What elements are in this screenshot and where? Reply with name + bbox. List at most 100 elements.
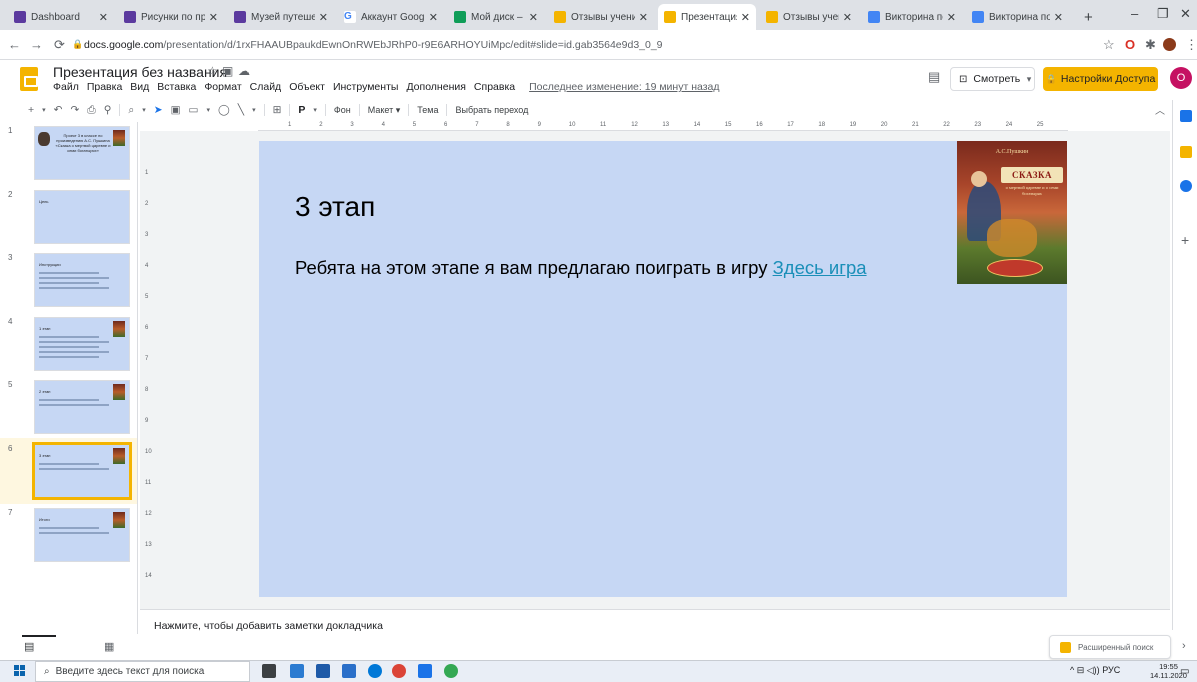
game-link[interactable]: Здесь игра <box>773 257 867 278</box>
zoom-icon[interactable]: ⌕ <box>128 104 134 117</box>
comments-icon[interactable]: ▤ <box>928 69 940 85</box>
slide[interactable]: 3 этап Ребята на этом этапе я вам предла… <box>259 141 1067 597</box>
menu-item[interactable]: Вид <box>130 81 149 95</box>
word-icon[interactable] <box>418 664 432 678</box>
edge-icon[interactable] <box>368 664 382 678</box>
book-cover-image[interactable]: А.С.Пушкин СКАЗКА о мертвой царевне и о … <box>957 141 1067 284</box>
undo-icon[interactable]: ↶ <box>54 104 63 116</box>
slides-logo-icon[interactable] <box>20 67 38 91</box>
browser-menu-icon[interactable]: ⋮ <box>1185 37 1197 53</box>
tab-close-icon[interactable]: ✕ <box>1054 11 1063 24</box>
url-field[interactable]: docs.google.com/presentation/d/1rxFHAAUB… <box>84 39 663 51</box>
slide-thumbnail[interactable]: 1 этап <box>34 317 130 371</box>
notifications-icon[interactable]: ▭ <box>1180 666 1189 677</box>
calendar-icon[interactable] <box>1180 110 1192 122</box>
menu-item[interactable]: Файл <box>53 81 79 95</box>
line-icon[interactable]: ╲ <box>238 104 244 116</box>
file-manager-icon[interactable] <box>316 664 330 678</box>
pyramid-icon[interactable]: P <box>298 104 305 116</box>
slide-thumbnail[interactable]: 2 этап <box>34 380 130 434</box>
menu-item[interactable]: Инструменты <box>333 81 398 95</box>
slide-thumbnail[interactable]: Инструкции <box>34 253 130 307</box>
tab-close-icon[interactable]: ✕ <box>209 11 218 24</box>
new-slide-dropdown-icon[interactable]: ▾ <box>42 106 46 114</box>
side-panel-expand-icon[interactable]: › <box>1182 640 1186 652</box>
menu-item[interactable]: Справка <box>474 81 515 95</box>
share-button[interactable]: 🔒 Настройки Доступа <box>1043 67 1158 91</box>
tab-close-icon[interactable]: ✕ <box>947 11 956 24</box>
system-tray[interactable]: ^ ⊟ ◁)) РУС <box>1070 665 1120 676</box>
windows-start-icon[interactable] <box>14 665 26 677</box>
tab-close-icon[interactable]: ✕ <box>529 11 538 24</box>
image-icon[interactable]: ▭ <box>189 104 199 116</box>
extensions-puzzle-icon[interactable]: ✱ <box>1145 37 1156 53</box>
browser-tab[interactable]: Отзывы учеников ✕ <box>548 4 654 30</box>
transition-button[interactable]: Выбрать переход <box>455 105 528 115</box>
star-icon[interactable]: ☆ <box>207 64 218 78</box>
shape-icon[interactable]: ◯ <box>218 104 230 116</box>
store-icon[interactable] <box>290 664 304 678</box>
line-dropdown-icon[interactable]: ▾ <box>252 106 256 114</box>
forward-icon[interactable]: → <box>30 37 43 52</box>
browser-tab[interactable]: Музей путешестви ✕ <box>228 4 334 30</box>
text-box-icon[interactable]: ▣ <box>171 104 181 116</box>
slide-body-text[interactable]: Ребята на этом этапе я вам предлагаю пои… <box>295 257 867 279</box>
browser-tab[interactable]: Презентация без н ✕ <box>658 4 756 30</box>
add-addon-icon[interactable]: + <box>1181 232 1189 248</box>
reload-icon[interactable]: ⟳ <box>54 37 65 53</box>
minimize-icon[interactable]: – <box>1131 6 1138 21</box>
restore-icon[interactable]: ❐ <box>1157 6 1169 22</box>
tab-close-icon[interactable]: ✕ <box>843 11 852 24</box>
chrome-icon[interactable] <box>392 664 406 678</box>
menu-item[interactable]: Вставка <box>157 81 196 95</box>
browser-tab[interactable]: Dashboard ✕ <box>8 4 114 30</box>
slide-thumbnail[interactable]: Проект 3 в классе по произведению А.С. П… <box>34 126 130 180</box>
menu-item[interactable]: Дополнения <box>406 81 465 95</box>
print-icon[interactable]: ⎙ <box>87 104 95 117</box>
move-folder-icon[interactable]: ▣ <box>222 64 233 78</box>
explore-button[interactable]: Расширенный поиск <box>1049 635 1171 659</box>
document-title[interactable]: Презентация без названия <box>53 64 227 80</box>
present-dropdown-icon[interactable]: ▾ <box>1020 67 1038 91</box>
browser-tab[interactable]: Викторина по сказ ✕ <box>862 4 962 30</box>
tab-close-icon[interactable]: ✕ <box>639 11 648 24</box>
browser-tab[interactable]: Рисунки по произ ✕ <box>118 4 224 30</box>
task-view-icon[interactable] <box>262 664 276 678</box>
cloud-saved-icon[interactable]: ☁ <box>238 64 250 78</box>
layout-button[interactable]: Макет ▾ <box>368 105 401 116</box>
pyramid-dropdown-icon[interactable]: ▾ <box>313 106 317 114</box>
close-window-icon[interactable]: ✕ <box>1180 6 1191 22</box>
new-slide-icon[interactable]: + <box>28 104 34 116</box>
bookmark-star-icon[interactable]: ☆ <box>1103 37 1115 53</box>
opera-extension-icon[interactable]: O <box>1125 37 1135 52</box>
theme-button[interactable]: Тема <box>417 105 438 115</box>
last-edit-link[interactable]: Последнее изменение: 19 минут назад <box>529 81 719 95</box>
tab-close-icon[interactable]: ✕ <box>99 11 108 24</box>
browser-tab[interactable]: Викторина по сказ ✕ <box>966 4 1069 30</box>
keep-icon[interactable] <box>1180 146 1192 158</box>
profile-avatar-icon[interactable] <box>1163 38 1176 51</box>
collapse-chevron-icon[interactable]: ︿ <box>1155 102 1165 117</box>
tasks-icon[interactable] <box>1180 180 1192 192</box>
menu-item[interactable]: Слайд <box>250 81 282 95</box>
browser-tab[interactable]: Отзывы учеников ✕ <box>760 4 858 30</box>
zoom-dropdown-icon[interactable]: ▾ <box>142 106 146 114</box>
grid-view-icon[interactable]: ▦ <box>104 640 114 653</box>
background-button[interactable]: Фон <box>334 105 351 115</box>
calendar-app-icon[interactable] <box>342 664 356 678</box>
slide-thumbnail[interactable]: Итоги <box>34 508 130 562</box>
comment-add-icon[interactable]: ⊞ <box>273 104 282 116</box>
lock-icon[interactable]: 🔒 <box>72 39 83 50</box>
tab-close-icon[interactable]: ✕ <box>319 11 328 24</box>
tab-close-icon[interactable]: ✕ <box>429 11 438 24</box>
back-icon[interactable]: ← <box>8 37 21 52</box>
meet-icon[interactable] <box>444 664 458 678</box>
select-tool-icon[interactable]: ➤ <box>154 104 163 116</box>
paint-format-icon[interactable]: ⚲ <box>104 104 112 116</box>
account-avatar[interactable]: О <box>1170 67 1192 89</box>
slide-thumbnail[interactable]: 3 этап <box>32 442 132 500</box>
redo-icon[interactable]: ↷ <box>70 104 79 116</box>
slide-title[interactable]: 3 этап <box>295 191 375 223</box>
slide-thumbnail[interactable]: Цель <box>34 190 130 244</box>
speaker-notes[interactable]: Нажмите, чтобы добавить заметки докладчи… <box>140 609 1170 634</box>
